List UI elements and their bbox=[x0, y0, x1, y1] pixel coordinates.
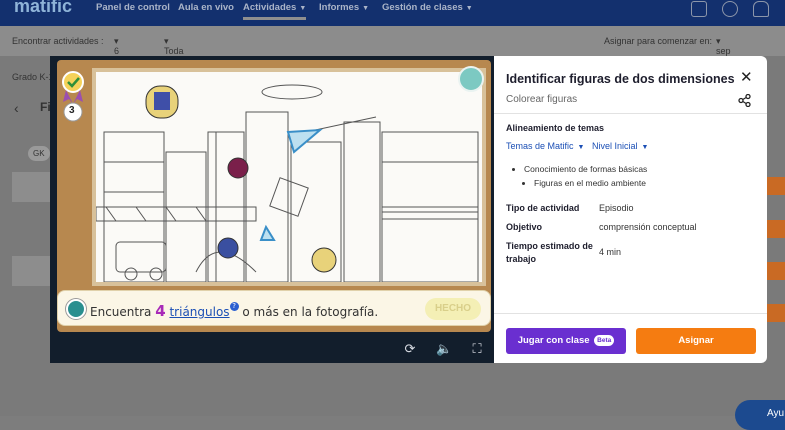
beta-badge: Beta bbox=[594, 334, 615, 346]
nav-reports[interactable]: Informes ▼ bbox=[319, 2, 369, 13]
help-chat-button[interactable]: Ayu bbox=[735, 400, 785, 430]
nav-class-management[interactable]: Gestión de clases ▼ bbox=[382, 2, 473, 13]
bell-icon[interactable] bbox=[753, 1, 769, 17]
level-badge: 3 bbox=[61, 70, 85, 122]
activity-type-value: Episodio bbox=[599, 203, 634, 213]
coloring-picture[interactable] bbox=[92, 68, 486, 286]
shape-word-link[interactable]: triángulos bbox=[169, 305, 229, 319]
nav-live-class[interactable]: Aula en vivo bbox=[178, 2, 234, 13]
filter-bar: Encontrar actividades : 6 - A ▾ Toda la … bbox=[0, 26, 785, 96]
restart-icon[interactable]: ⟳ bbox=[402, 341, 418, 357]
scope-select[interactable]: Toda la clase ▾ bbox=[164, 36, 185, 76]
assign-strip[interactable] bbox=[767, 304, 785, 322]
assign-strip[interactable] bbox=[767, 262, 785, 280]
shape-help-icon[interactable]: ? bbox=[229, 302, 239, 311]
breadcrumb[interactable]: Grado K-1 bbox=[12, 72, 54, 82]
back-arrow-icon[interactable]: ‹ bbox=[14, 100, 19, 116]
timer-icon bbox=[458, 66, 484, 92]
target-count: 4 bbox=[155, 302, 166, 320]
assign-strip[interactable] bbox=[767, 177, 785, 195]
fullscreen-icon[interactable]: ⛶ bbox=[469, 341, 485, 357]
objective-value: comprensión conceptual bbox=[599, 222, 697, 232]
nav-dashboard[interactable]: Panel de control bbox=[96, 2, 170, 13]
grade-select[interactable]: 6 - A ▾ bbox=[114, 36, 120, 76]
share-icon[interactable] bbox=[738, 94, 751, 107]
close-icon[interactable]: ✕ bbox=[740, 68, 753, 86]
date-range-select[interactable]: sep 04 - sep 10 ▾ bbox=[716, 36, 731, 96]
list-item bbox=[12, 256, 50, 286]
find-activities-label: Encontrar actividades : bbox=[12, 36, 104, 46]
nav-activities[interactable]: Actividades ▼ bbox=[243, 2, 307, 20]
estimated-time-value: 4 min bbox=[599, 247, 622, 257]
instruction-text: Encuentra 4 triángulos? o más en la foto… bbox=[90, 302, 379, 320]
list-item bbox=[12, 172, 50, 202]
activity-type-label: Tipo de actividad bbox=[506, 203, 580, 213]
assign-start-label: Asignar para comenzar en: bbox=[604, 36, 713, 46]
volume-icon[interactable]: 🔈 bbox=[436, 341, 452, 357]
activity-details-panel: Identificar figuras de dos dimensiones ✕… bbox=[494, 56, 767, 363]
divider bbox=[494, 113, 767, 114]
grade-tag: GK bbox=[28, 146, 50, 161]
alignment-heading: Alineamiento de temas bbox=[506, 123, 605, 133]
estimated-time-label: Tiempo estimado de trabajo bbox=[506, 241, 593, 264]
matific-logo[interactable]: matific bbox=[14, 0, 72, 17]
city-sketch bbox=[96, 84, 479, 282]
objective-label: Objetivo bbox=[506, 222, 543, 232]
play-with-class-button[interactable]: Jugar con clase Beta bbox=[506, 328, 626, 354]
activity-title: Identificar figuras de dos dimensiones bbox=[506, 72, 735, 86]
help-icon[interactable] bbox=[722, 1, 738, 17]
topic-list: Conocimiento de formas básicas Figuras e… bbox=[524, 164, 647, 192]
narrator-avatar[interactable] bbox=[66, 299, 86, 319]
topics-dropdown[interactable]: Temas de Matific ▼ bbox=[506, 141, 584, 151]
activity-subtitle: Colorear figuras bbox=[506, 94, 578, 105]
done-button[interactable]: HECHO bbox=[425, 298, 481, 320]
level-dropdown[interactable]: Nivel Inicial ▼ bbox=[592, 141, 648, 151]
divider bbox=[494, 313, 767, 314]
assign-strip[interactable] bbox=[767, 220, 785, 238]
level-number: 3 bbox=[69, 105, 75, 116]
assign-button[interactable]: Asignar bbox=[636, 328, 756, 354]
puzzle-icon[interactable] bbox=[691, 1, 707, 17]
topic-item: Figuras en el medio ambiente bbox=[534, 178, 647, 188]
topic-item: Conocimiento de formas básicas bbox=[524, 164, 647, 174]
top-navigation: matific Panel de control Aula en vivo Ac… bbox=[0, 0, 785, 26]
